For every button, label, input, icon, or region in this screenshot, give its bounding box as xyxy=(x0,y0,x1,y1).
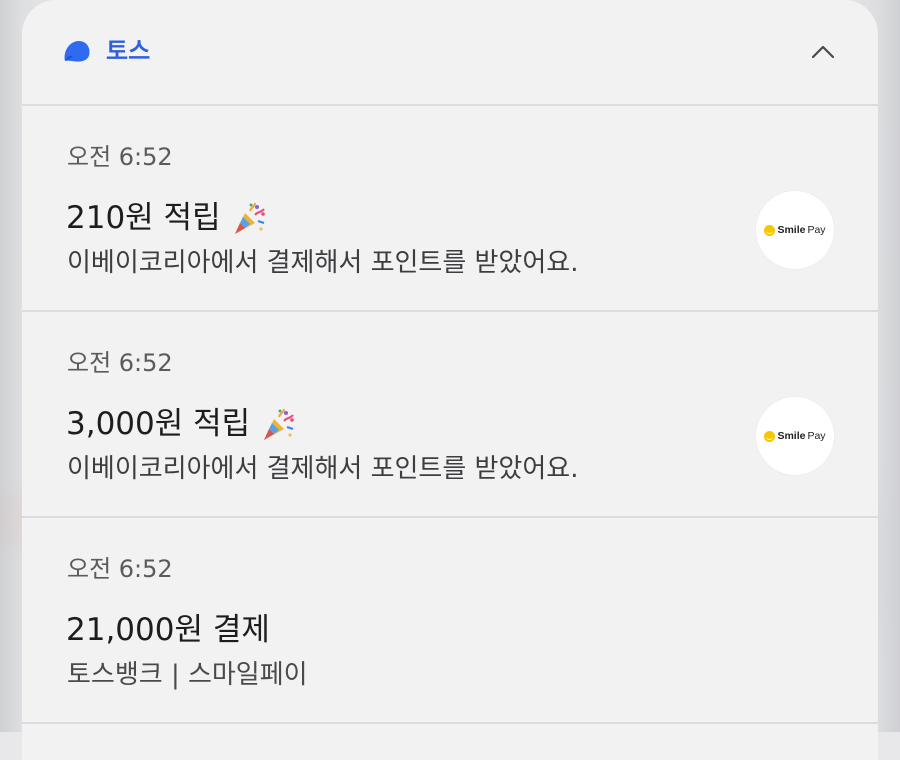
notification-title-text: 210원 적립 xyxy=(66,198,221,238)
notification-title-text: 21,000원 결제 xyxy=(66,610,270,650)
logo-text-smile: Smile xyxy=(777,430,805,442)
logo-text-pay: Pay xyxy=(807,224,825,236)
notification-title: 210원 적립 xyxy=(66,198,269,238)
party-popper-icon xyxy=(231,199,269,237)
notification-divider xyxy=(22,722,878,734)
smilepay-logo: Smile Pay xyxy=(756,191,834,269)
notification-group-header[interactable]: 토스 xyxy=(22,0,878,104)
notification-title: 3,000원 적립 xyxy=(66,404,298,444)
notification-item[interactable]: 오전 6:52 3,000원 적립 이베이코리아에서 결제해서 포인트를 받았어… xyxy=(22,310,878,516)
notification-time: 오전 6:52 xyxy=(67,554,173,584)
notification-body: 이베이코리아에서 결제해서 포인트를 받았어요. xyxy=(67,452,578,486)
notification-body: 이베이코리아에서 결제해서 포인트를 받았어요. xyxy=(67,246,578,280)
notification-title-text: 3,000원 적립 xyxy=(66,404,250,444)
notification-item[interactable]: 오전 6:52 21,000원 결제 토스뱅크 | 스마일페이 xyxy=(22,516,878,722)
smile-face-icon xyxy=(764,225,775,236)
logo-text-smile: Smile xyxy=(777,224,805,236)
chevron-up-icon xyxy=(811,45,835,59)
logo-text-pay: Pay xyxy=(807,430,825,442)
party-popper-icon xyxy=(260,405,298,443)
collapse-button[interactable] xyxy=(808,38,838,66)
notification-panel: 토스 오전 6:52 210원 적립 이베이코리아에서 결 xyxy=(22,0,878,760)
notification-time: 오전 6:52 xyxy=(67,142,173,172)
toss-logo-icon xyxy=(62,39,91,64)
notification-body: 토스뱅크 | 스마일페이 xyxy=(67,658,308,692)
notification-title: 21,000원 결제 xyxy=(66,610,270,650)
notification-item[interactable]: 오전 6:52 210원 적립 이베이코리아에서 결제해서 포인트를 받았어요.… xyxy=(22,104,878,310)
smilepay-logo: Smile Pay xyxy=(756,397,834,475)
notification-time: 오전 6:52 xyxy=(67,348,173,378)
smile-face-icon xyxy=(764,431,775,442)
app-name: 토스 xyxy=(106,34,150,68)
